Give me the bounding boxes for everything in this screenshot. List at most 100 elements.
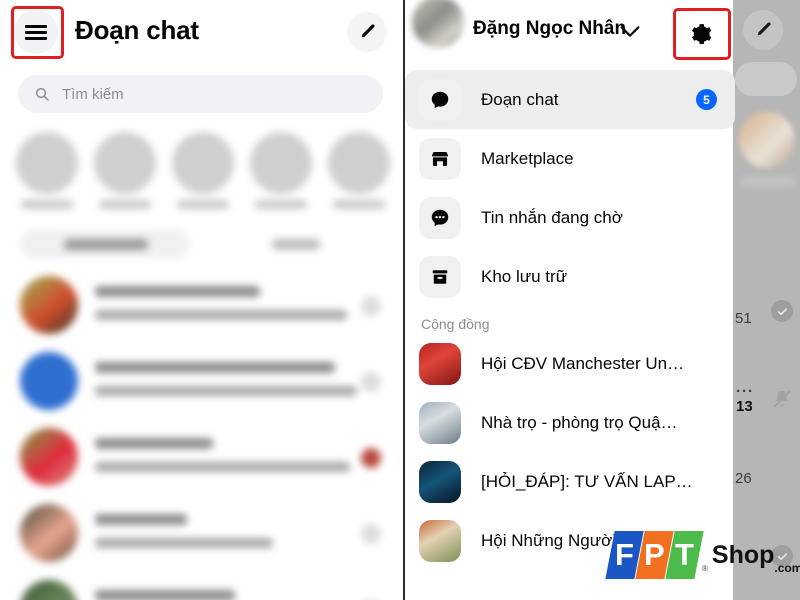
pencil-icon <box>757 22 771 36</box>
chat-row[interactable] <box>0 420 403 496</box>
community-thumbnail <box>419 401 461 444</box>
story-label <box>741 176 795 187</box>
story-label <box>177 200 229 209</box>
pencil-icon <box>361 24 375 38</box>
menu-item-label: Đoạn chat <box>481 89 559 109</box>
community-thumbnail <box>419 460 461 503</box>
chat-name <box>95 438 213 449</box>
filter-label[interactable] <box>272 239 320 250</box>
unread-badge: 5 <box>696 89 717 110</box>
avatar <box>16 132 78 194</box>
community-item[interactable]: Hội CĐV Manchester Un… <box>405 334 735 393</box>
chevron-down-icon[interactable] <box>620 25 640 43</box>
fpt-logo: F P T <box>605 531 704 579</box>
story-item[interactable] <box>8 128 86 209</box>
chat-timestamp: 51 <box>735 310 752 327</box>
menu-item-message-requests[interactable]: Tin nhắn đang chờ <box>405 188 735 247</box>
chat-preview <box>95 538 273 548</box>
avatar <box>20 276 78 334</box>
chat-list[interactable] <box>0 268 403 600</box>
avatar <box>739 112 795 168</box>
chat-row[interactable] <box>0 496 403 572</box>
search-icon <box>34 86 50 102</box>
chat-status-icon <box>361 296 381 316</box>
story-label <box>99 200 151 209</box>
community-label: [HỎI_ĐÁP]: TƯ VẤN LAP… <box>481 471 693 491</box>
profile-name: Đặng Ngọc Nhân <box>473 18 627 39</box>
chat-bubble-icon <box>419 78 461 121</box>
chat-name <box>95 362 335 373</box>
community-item[interactable]: [HỎI_ĐÁP]: TƯ VẤN LAP… <box>405 452 735 511</box>
community-label: Hội CĐV Manchester Un… <box>481 353 685 373</box>
avatar <box>20 352 78 410</box>
watermark-domain-text: .com.vn <box>774 561 800 575</box>
chat-timestamp: 13 <box>736 398 753 415</box>
menu-item-archive[interactable]: Kho lưu trữ <box>405 247 735 306</box>
hamburger-icon <box>25 24 47 40</box>
archive-box-icon <box>419 255 461 298</box>
chat-status-icon <box>361 524 381 544</box>
story-item[interactable] <box>242 128 320 209</box>
watermark-shop-text: Shop <box>711 540 775 569</box>
chat-status-icon <box>361 372 381 392</box>
avatar <box>328 132 390 194</box>
story-item[interactable] <box>86 128 164 209</box>
story-label <box>21 200 73 209</box>
menu-item-marketplace[interactable]: Marketplace <box>405 129 735 188</box>
chat-preview <box>95 386 357 396</box>
fpt-shop-watermark: F P T ® Shop .com.vn <box>605 531 800 579</box>
avatar <box>172 132 234 194</box>
chat-timestamp: 26 <box>735 470 752 487</box>
right-messenger-panel: 51 ··· 13 26 Đặng Ngọc Nhân Đoạn chat 5 … <box>405 0 800 600</box>
community-thumbnail <box>419 342 461 385</box>
check-circle-icon <box>771 300 793 322</box>
menu-item-label: Marketplace <box>481 148 574 168</box>
section-title-communities: Cộng đồng <box>421 316 490 332</box>
filter-chips-row[interactable] <box>0 230 403 262</box>
chat-preview <box>95 462 350 472</box>
compose-button[interactable] <box>347 12 387 52</box>
chat-name <box>95 286 260 297</box>
navigation-menu: Đoạn chat 5 Marketplace Tin nhắn đang ch… <box>405 70 735 570</box>
search-input-dimmed[interactable] <box>735 62 797 96</box>
filter-chip[interactable] <box>20 230 190 258</box>
hamburger-menu-button[interactable] <box>14 10 58 54</box>
profile-header[interactable]: Đặng Ngọc Nhân <box>405 0 735 62</box>
story-item[interactable] <box>320 128 398 209</box>
avatar <box>94 132 156 194</box>
chat-row[interactable] <box>0 572 403 600</box>
registered-mark: ® <box>702 564 708 573</box>
community-label: Nhà trọ - phòng trọ Quậ… <box>481 412 678 432</box>
storefront-icon <box>419 137 461 180</box>
avatar <box>20 580 78 600</box>
avatar <box>20 504 78 562</box>
left-messenger-panel: Đoạn chat Tìm kiếm <box>0 0 403 600</box>
avatar[interactable] <box>412 0 464 48</box>
bell-muted-icon <box>771 388 793 415</box>
community-thumbnail <box>419 519 461 562</box>
gear-icon <box>692 24 712 44</box>
story-avatars-row[interactable] <box>0 128 403 228</box>
story-item[interactable] <box>164 128 242 209</box>
message-dots-icon <box>419 196 461 239</box>
community-item[interactable]: Nhà trọ - phòng trọ Quậ… <box>405 393 735 452</box>
menu-item-label: Tin nhắn đang chờ <box>481 207 623 227</box>
page-title: Đoạn chat <box>75 15 199 45</box>
menu-item-chats[interactable]: Đoạn chat 5 <box>405 70 735 129</box>
chat-row[interactable] <box>0 344 403 420</box>
dimmed-chat-list-overlay: 51 ··· 13 26 <box>733 0 800 600</box>
search-input[interactable]: Tìm kiếm <box>18 75 383 113</box>
story-label <box>333 200 385 209</box>
screenshot-root: Đoạn chat Tìm kiếm 51 ··· 13 26 Đặng Ngọ… <box>0 0 800 600</box>
settings-button[interactable] <box>680 15 718 53</box>
avatar <box>20 428 78 486</box>
chat-preview <box>95 310 347 320</box>
chat-name <box>95 590 235 600</box>
chat-name <box>95 514 187 525</box>
compose-button-dimmed[interactable] <box>743 10 783 50</box>
chat-row[interactable] <box>0 268 403 344</box>
avatar <box>250 132 312 194</box>
chat-status-icon <box>361 448 381 468</box>
menu-item-label: Kho lưu trữ <box>481 266 568 286</box>
search-placeholder: Tìm kiếm <box>62 85 124 103</box>
